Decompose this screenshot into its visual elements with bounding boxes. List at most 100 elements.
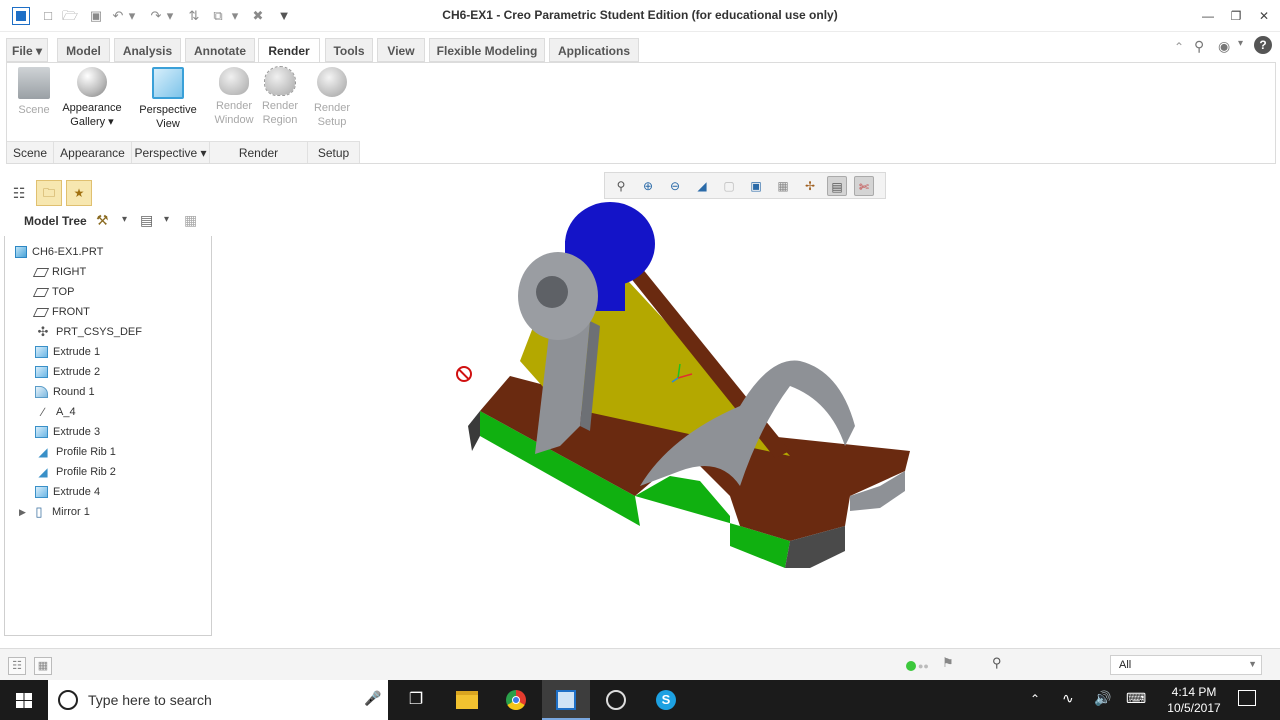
clock-time: 4:14 PM xyxy=(1171,685,1217,699)
tree-item-profile-rib-1[interactable]: ◢ Profile Rib 1 xyxy=(35,442,116,462)
model-tree-panel: CH6-EX1.PRT RIGHT TOP FRONT ✣ PRT_CSYS_DE… xyxy=(4,236,212,636)
close-icon[interactable]: ✕ xyxy=(1254,6,1274,26)
annotation-display-icon[interactable]: ▤ xyxy=(827,176,847,196)
tab-applications[interactable]: Applications xyxy=(549,38,639,62)
tree-settings-dropdown-icon[interactable]: ▾ xyxy=(122,214,132,225)
appearance-gallery-label-2: Gallery ▾ xyxy=(70,116,114,128)
tree-item-label: A_4 xyxy=(56,406,76,418)
tree-item-label: Profile Rib 1 xyxy=(56,446,116,458)
favorites-tab-icon[interactable]: ★ xyxy=(66,180,92,206)
tab-file[interactable]: File ▾ xyxy=(6,38,48,62)
window-title: CH6-EX1 - Creo Parametric Student Editio… xyxy=(442,8,838,22)
tree-item-extrude-2[interactable]: Extrude 2 xyxy=(35,362,100,382)
chevron-down-icon: ▼ xyxy=(1248,659,1257,669)
repaint-icon[interactable]: ◢ xyxy=(692,176,712,196)
tab-tools[interactable]: Tools xyxy=(325,38,373,62)
zoom-out-icon[interactable]: ⊖ xyxy=(665,176,685,196)
render-window-label-2: Window xyxy=(214,114,254,126)
render-setup-button[interactable]: Render Setup xyxy=(307,67,357,139)
group-perspective[interactable]: Perspective ▾ xyxy=(132,141,210,163)
microphone-icon[interactable]: 🎤 xyxy=(364,690,381,707)
tab-model[interactable]: Model xyxy=(57,38,110,62)
show-icon[interactable]: ▤ xyxy=(140,212,156,230)
chrome-icon[interactable] xyxy=(492,680,540,720)
creo-taskbar-icon[interactable] xyxy=(542,680,590,720)
keyboard-icon[interactable]: ⌨ xyxy=(1126,690,1146,707)
tab-flexible-modeling[interactable]: Flexible Modeling xyxy=(429,38,545,62)
ribbon-panel: Scene Appearance Gallery ▾ Perspective V… xyxy=(6,62,1276,164)
obs-icon[interactable] xyxy=(592,680,640,720)
tree-item-label: RIGHT xyxy=(52,266,87,278)
selection-filter-select[interactable]: All ▼ xyxy=(1110,655,1262,675)
windows-start-icon[interactable] xyxy=(0,680,48,720)
tree-filter-icon[interactable]: ▦ xyxy=(184,212,202,230)
skype-icon[interactable]: S xyxy=(642,680,690,720)
scene-label: Scene xyxy=(18,104,50,116)
datum-display-filters-icon[interactable]: ✢ xyxy=(800,176,820,196)
tab-render[interactable]: Render xyxy=(258,38,320,63)
tree-item-axis[interactable]: ∕ A_4 xyxy=(35,402,76,422)
render-window-button[interactable]: Render Window xyxy=(209,67,259,139)
network-icon[interactable]: ∿ xyxy=(1062,690,1074,707)
tree-item-extrude-3[interactable]: Extrude 3 xyxy=(35,422,100,442)
view-manager-icon[interactable]: ▦ xyxy=(773,176,793,196)
render-region-button[interactable]: Render Region xyxy=(255,66,305,139)
tree-item-mirror-1[interactable]: ▶ ▯ Mirror 1 xyxy=(19,502,90,522)
appearance-gallery-label-1: Appearance xyxy=(62,102,122,114)
tree-item-csys[interactable]: ✣ PRT_CSYS_DEF xyxy=(35,322,142,342)
volume-icon[interactable]: 🔊 xyxy=(1094,690,1111,707)
search-icon[interactable]: ⚲ xyxy=(1194,38,1210,54)
group-render: Render xyxy=(210,141,308,163)
tree-item-profile-rib-2[interactable]: ◢ Profile Rib 2 xyxy=(35,462,116,482)
expand-arrow-icon[interactable]: ▶ xyxy=(19,502,31,522)
help-icon[interactable]: ? xyxy=(1254,36,1272,54)
model-tree-tab-icon[interactable]: ☷ xyxy=(8,182,30,204)
folder-browser-tab-icon[interactable]: 🗀 xyxy=(36,180,62,206)
model-viewport[interactable] xyxy=(440,196,920,576)
tab-annotate[interactable]: Annotate xyxy=(185,38,255,62)
display-style-icon[interactable]: ▢ xyxy=(719,176,739,196)
zoom-in-icon[interactable]: ⊕ xyxy=(638,176,658,196)
find-icon[interactable]: ⚲ xyxy=(992,655,1012,673)
tree-item-part[interactable]: CH6-EX1.PRT xyxy=(15,242,103,262)
perspective-view-button[interactable]: Perspective View xyxy=(135,67,201,139)
collapse-ribbon-icon[interactable]: ⌃ xyxy=(1174,40,1188,54)
task-view-icon[interactable]: ❐ xyxy=(392,680,440,720)
tree-settings-icon[interactable]: ⚒ xyxy=(96,212,112,230)
tab-analysis[interactable]: Analysis xyxy=(114,38,181,62)
show-dropdown-icon[interactable]: ▾ xyxy=(164,214,174,225)
model-tree-title: Model Tree xyxy=(24,214,87,228)
community-dropdown-icon[interactable]: ▾ xyxy=(1238,38,1248,54)
file-explorer-icon[interactable] xyxy=(442,680,490,720)
restore-icon[interactable]: ❐ xyxy=(1226,6,1246,26)
show-hidden-icons-icon[interactable]: ⌃ xyxy=(1030,692,1040,706)
status-dots-icon: ●● xyxy=(918,661,929,671)
action-center-icon[interactable] xyxy=(1238,690,1256,706)
spin-center-icon[interactable]: ✄ xyxy=(854,176,874,196)
flag-icon[interactable]: ⚑ xyxy=(942,655,958,673)
tree-item-extrude-1[interactable]: Extrude 1 xyxy=(35,342,100,362)
datum-plane-icon xyxy=(32,267,50,277)
saved-orientations-icon[interactable]: ▣ xyxy=(746,176,766,196)
tree-item-right[interactable]: RIGHT xyxy=(32,262,87,282)
datum-plane-icon xyxy=(32,287,50,297)
toggle-browser-icon[interactable]: ▦ xyxy=(34,657,52,675)
not-allowed-cursor-icon xyxy=(456,366,472,382)
graphics-toolbar: ⚲ ⊕ ⊖ ◢ ▢ ▣ ▦ ✢ ▤ ✄ xyxy=(604,172,886,199)
scene-button[interactable]: Scene xyxy=(7,67,61,139)
appearance-gallery-button[interactable]: Appearance Gallery ▾ xyxy=(59,67,125,139)
minimize-icon[interactable]: — xyxy=(1198,6,1218,26)
community-icon[interactable]: ◉ xyxy=(1218,38,1234,54)
clock[interactable]: 4:14 PM 10/5/2017 xyxy=(1156,684,1232,716)
group-scene: Scene xyxy=(7,141,54,163)
render-setup-label-2: Setup xyxy=(317,116,347,128)
toggle-navigator-icon[interactable]: ☷ xyxy=(8,657,26,675)
tree-item-top[interactable]: TOP xyxy=(32,282,74,302)
tree-item-label: FRONT xyxy=(52,306,90,318)
refit-icon[interactable]: ⚲ xyxy=(611,176,631,196)
search-box[interactable]: Type here to search 🎤 xyxy=(48,680,388,720)
tree-item-front[interactable]: FRONT xyxy=(32,302,90,322)
tree-item-round-1[interactable]: Round 1 xyxy=(35,382,95,402)
tree-item-extrude-4[interactable]: Extrude 4 xyxy=(35,482,100,502)
tab-view[interactable]: View xyxy=(377,38,425,62)
